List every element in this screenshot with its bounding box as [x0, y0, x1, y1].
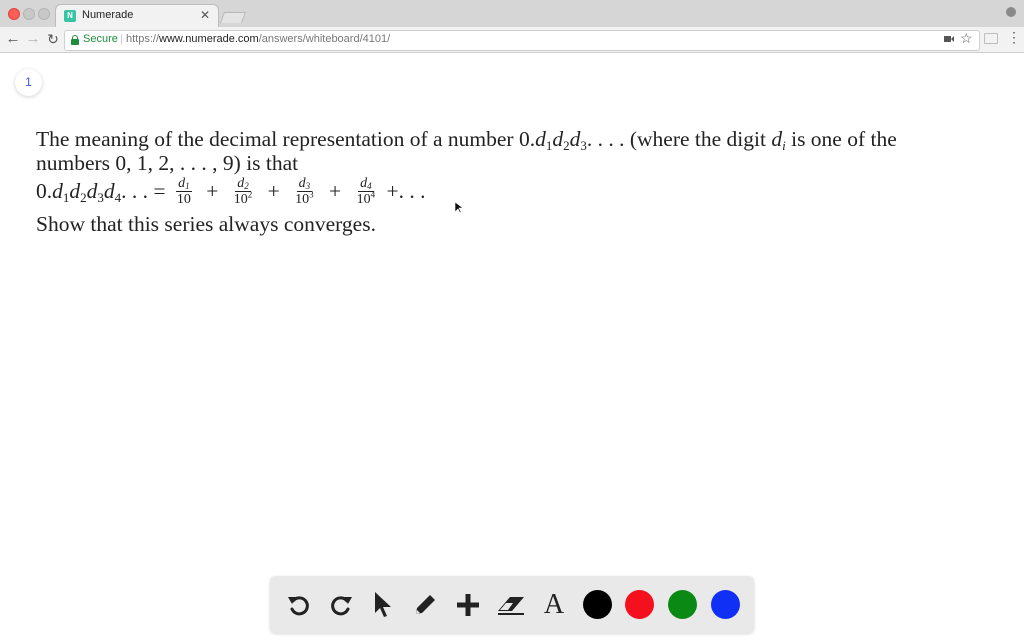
pointer-icon[interactable]	[368, 590, 398, 620]
secure-label: Secure	[83, 33, 118, 45]
eraser-icon[interactable]	[496, 590, 526, 620]
cast-icon[interactable]	[984, 33, 998, 44]
problem-statement: The meaning of the decimal representatio…	[36, 127, 897, 175]
problem-question: Show that this series always converges.	[36, 212, 376, 236]
color-blue-swatch[interactable]	[711, 590, 740, 619]
bookmark-star-icon[interactable]: ☆	[960, 30, 973, 47]
url-separator: |	[120, 33, 123, 45]
browser-tab[interactable]: N Numerade ✕	[56, 5, 218, 27]
forward-arrow-icon[interactable]: →	[25, 30, 41, 48]
problem-where: (where the digit	[629, 127, 766, 151]
browser-toolbar: ← → ↻ Secure | https://www.numerade.com/…	[0, 27, 1024, 53]
pencil-icon[interactable]	[410, 590, 440, 620]
series-equation: 0.d1d2d3d4. . . = d1 10 + d2 102 + d3 103 +…	[36, 176, 426, 207]
close-window-button[interactable]	[8, 8, 20, 20]
color-black-swatch[interactable]	[583, 590, 612, 619]
tab-title: Numerade	[82, 9, 134, 21]
whiteboard-toolbar: A	[270, 576, 754, 633]
plus-icon[interactable]	[453, 590, 483, 620]
new-tab-button[interactable]	[219, 12, 247, 23]
url-text: https://www.numerade.com/answers/whitebo…	[126, 33, 391, 45]
undo-icon[interactable]	[284, 590, 314, 620]
minimize-window-button[interactable]	[23, 8, 35, 20]
lock-icon	[71, 35, 79, 45]
tab-strip: N Numerade ✕	[0, 0, 1024, 27]
redo-icon[interactable]	[326, 590, 356, 620]
profile-icon[interactable]	[1006, 7, 1016, 17]
close-tab-icon[interactable]: ✕	[200, 8, 210, 22]
text-icon[interactable]: A	[539, 589, 569, 620]
maximize-window-button[interactable]	[38, 8, 50, 20]
back-arrow-icon[interactable]: ←	[5, 30, 21, 48]
address-bar[interactable]: Secure | https://www.numerade.com/answer…	[64, 30, 980, 51]
problem-intro: The meaning of the decimal representatio…	[36, 127, 514, 151]
camera-icon[interactable]	[944, 35, 954, 43]
problem-numbers: numbers 0, 1, 2, . . . , 9) is that	[36, 151, 299, 175]
page-number-badge[interactable]: 1	[15, 69, 42, 96]
numerade-favicon-icon: N	[64, 10, 76, 22]
color-red-swatch[interactable]	[625, 590, 654, 619]
color-green-swatch[interactable]	[668, 590, 697, 619]
menu-icon[interactable]: ⋮	[1007, 29, 1021, 46]
problem-one-of: is one of the	[791, 127, 897, 151]
mouse-cursor-icon	[455, 202, 463, 214]
reload-icon[interactable]: ↻	[45, 30, 61, 48]
